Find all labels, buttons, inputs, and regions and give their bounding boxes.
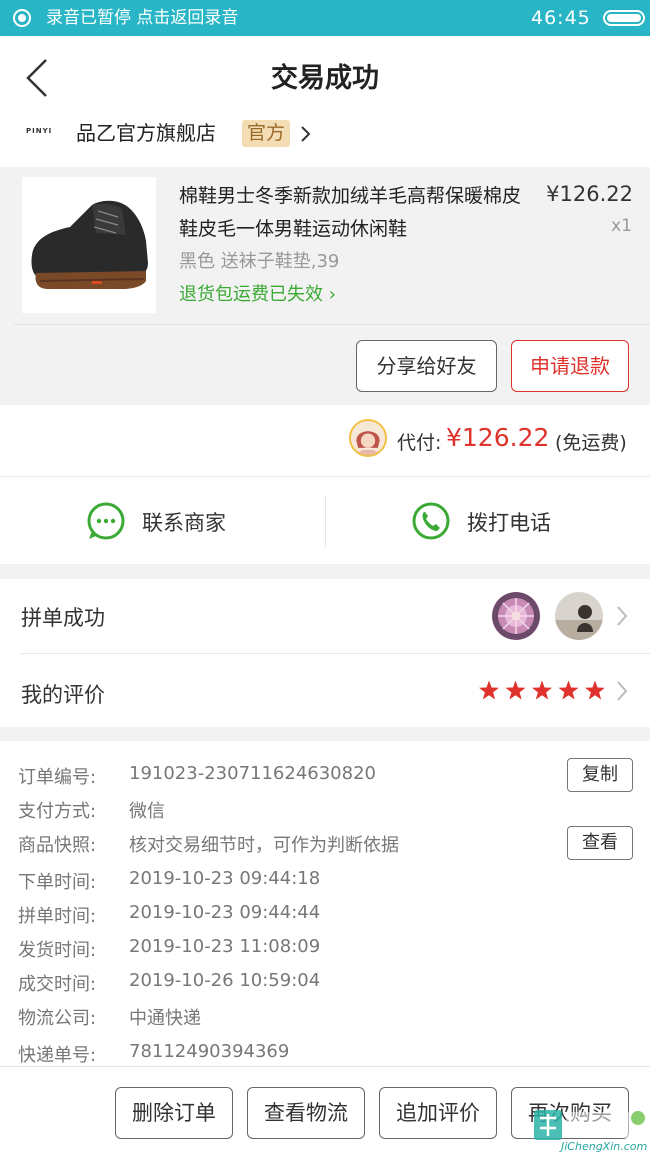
refund-button[interactable]: 申请退款	[511, 340, 629, 392]
add-review-button[interactable]: 追加评价	[379, 1087, 497, 1139]
my-review-label[interactable]: 我的评价	[21, 679, 105, 709]
order-detail-value: 2019-10-23 09:44:44	[129, 902, 321, 923]
section-gap	[0, 727, 650, 741]
order-detail-value: 2019-10-26 10:59:04	[129, 970, 321, 991]
official-badge: 官方	[242, 120, 291, 147]
order-detail-label: 物流公司:	[18, 1008, 97, 1029]
product-sku: 黑色 送袜子鞋垫,39	[179, 251, 340, 272]
recording-status-text[interactable]: 录音已暂停 点击返回录音	[46, 8, 238, 28]
chevron-right-icon[interactable]	[615, 680, 629, 702]
store-name[interactable]: 品乙官方旗舰店	[76, 120, 216, 146]
divider	[14, 324, 650, 325]
call-button[interactable]: 拨打电话	[467, 507, 551, 537]
page-title: 交易成功	[271, 63, 379, 94]
member-avatar	[555, 592, 603, 640]
phone-icon[interactable]	[411, 501, 451, 541]
chevron-right-icon[interactable]	[615, 605, 629, 627]
star-icon	[505, 680, 526, 700]
order-detail-value: 中通快递	[129, 1008, 201, 1029]
divider	[20, 653, 650, 654]
star-icon	[479, 680, 499, 700]
star-icon	[585, 680, 604, 700]
battery-icon	[603, 10, 645, 26]
return-shipping-note[interactable]: 退货包运费已失效 ›	[179, 280, 336, 306]
shipping-note: (免运费)	[555, 432, 627, 454]
order-detail-label: 成交时间:	[18, 974, 97, 995]
divider	[0, 476, 650, 477]
product-title[interactable]: 棉鞋男士冬季新款加绒羊毛高帮保暖棉皮鞋皮毛一体男鞋运动休闲鞋	[179, 180, 524, 246]
chat-icon[interactable]	[86, 501, 126, 541]
order-detail-label: 快递单号:	[18, 1045, 97, 1066]
section-gap	[0, 564, 650, 579]
share-button[interactable]: 分享给好友	[356, 340, 497, 392]
order-detail-value: 核对交易细节时，可作为判断依据	[129, 835, 399, 856]
watermark-text: JiChengXin.com	[561, 1140, 648, 1153]
contact-merchant-button[interactable]: 联系商家	[142, 507, 226, 537]
star-icon	[532, 680, 552, 700]
order-detail-value: 微信	[129, 801, 165, 822]
view-logistics-button[interactable]: 查看物流	[247, 1087, 365, 1139]
payer-avatar	[349, 419, 387, 457]
status-bar[interactable]: 录音已暂停 点击返回录音 46:45	[0, 0, 650, 36]
recording-icon	[13, 9, 31, 27]
order-detail-value: 78112490394369	[129, 1041, 290, 1062]
chevron-right-icon[interactable]	[299, 125, 313, 143]
payment-label: 代付:	[397, 432, 442, 454]
star-rating	[479, 680, 604, 700]
view-snapshot-button[interactable]: 查看	[567, 826, 633, 860]
order-detail-label: 商品快照:	[18, 835, 97, 856]
copy-button[interactable]: 复制	[567, 758, 633, 792]
product-quantity: x1	[611, 216, 632, 236]
store-logo: PINYI	[26, 127, 53, 135]
return-shipping-note-text: 退货包运费已失效	[179, 284, 323, 305]
order-detail-label: 下单时间:	[18, 872, 97, 893]
order-detail-label: 支付方式:	[18, 801, 97, 822]
product-image[interactable]	[22, 177, 156, 313]
order-detail-label: 发货时间:	[18, 940, 97, 961]
status-time: 46:45	[531, 7, 591, 29]
order-detail-label: 订单编号:	[18, 767, 97, 788]
divider	[325, 495, 326, 547]
order-detail-value: 2019-10-23 09:44:18	[129, 868, 321, 889]
group-buy-label[interactable]: 拼单成功	[21, 602, 105, 632]
star-icon	[558, 680, 579, 700]
member-avatar	[492, 592, 540, 640]
order-detail-value: 191023-230711624630820	[129, 763, 376, 784]
order-detail-label: 拼单时间:	[18, 906, 97, 927]
order-detail-value: 2019-10-23 11:08:09	[129, 936, 321, 957]
chevron-right-icon: ›	[328, 284, 336, 305]
delete-order-button[interactable]: 删除订单	[115, 1087, 233, 1139]
payment-amount: ¥126.22	[446, 423, 550, 452]
product-price: ¥126.22	[546, 182, 633, 206]
buy-again-button[interactable]: 再次购买	[511, 1087, 629, 1139]
